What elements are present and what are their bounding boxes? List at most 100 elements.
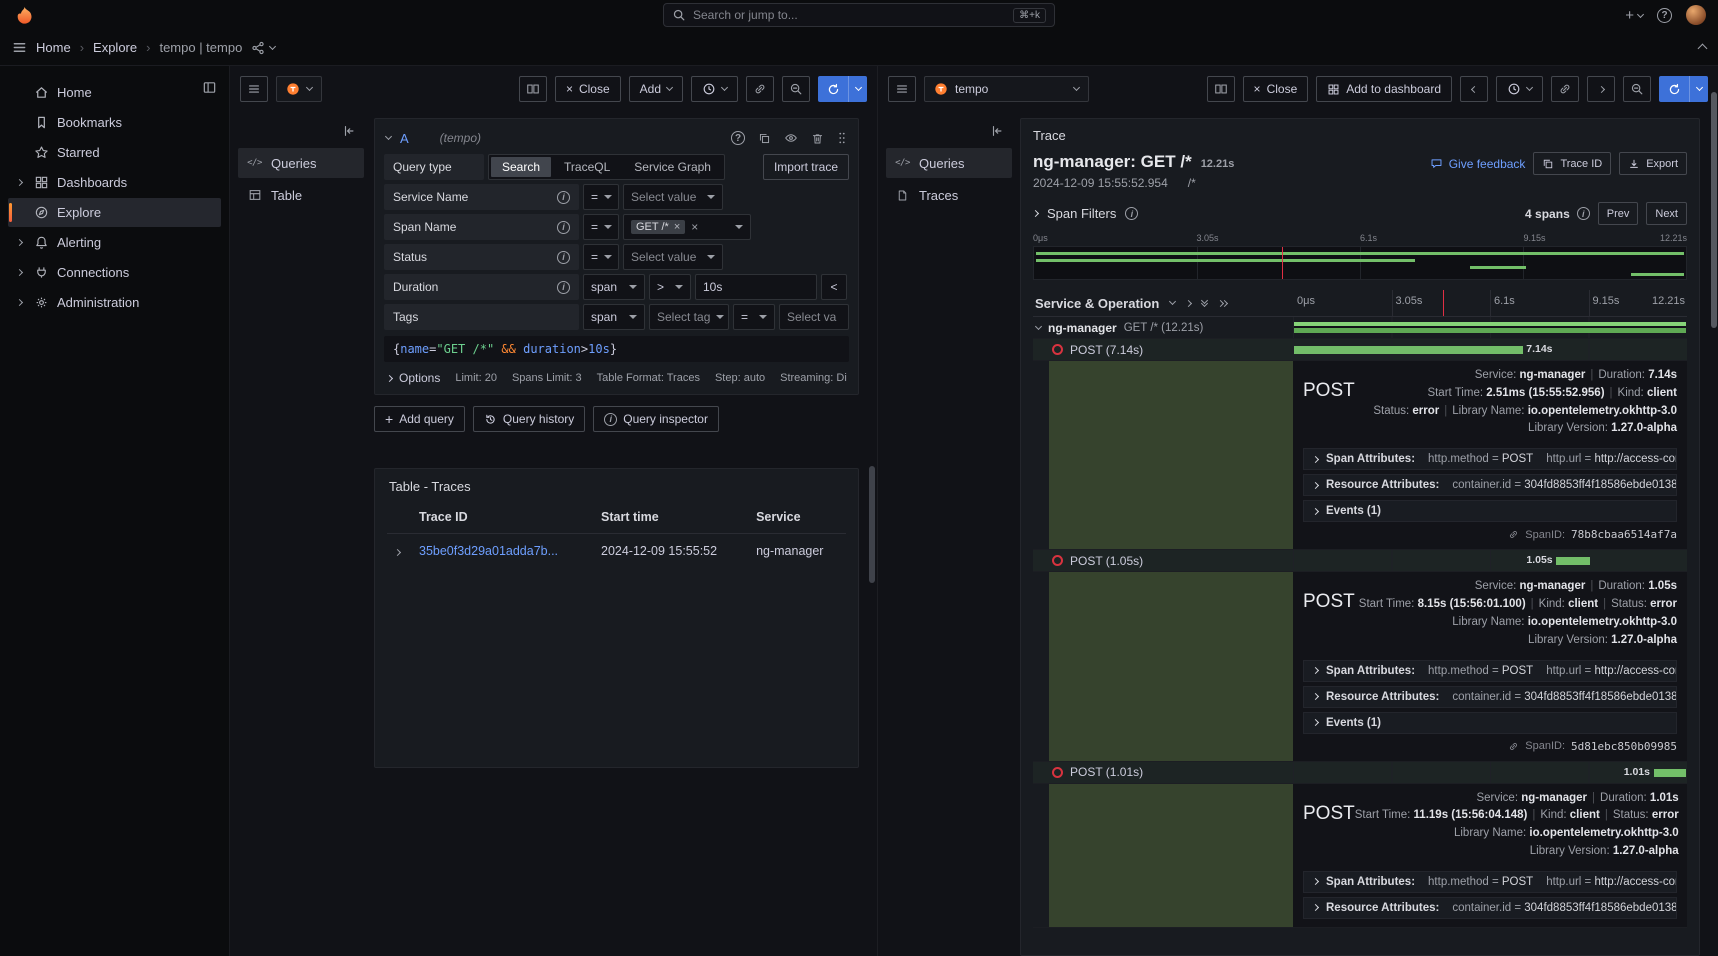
query-inspector-button[interactable]: i Query inspector: [593, 406, 719, 432]
close-split-button[interactable]: ×Close: [1243, 76, 1309, 102]
span-filters-toggle[interactable]: Span Filters i: [1033, 206, 1138, 221]
outline-item-queries[interactable]: </> Queries: [238, 148, 364, 178]
col-service[interactable]: Service: [748, 506, 846, 534]
query-history-button[interactable]: Query history: [473, 406, 585, 432]
status-value-select[interactable]: Select value: [623, 244, 723, 270]
col-start-time[interactable]: Start time: [593, 506, 748, 534]
expand-chevron-icon[interactable]: [12, 240, 26, 245]
collapse-all-icon[interactable]: [1202, 301, 1207, 306]
trace-id-link[interactable]: 35be0f3d29a01adda7b...: [419, 544, 558, 558]
add-query-button[interactable]: +Add query: [374, 406, 465, 432]
split-icon[interactable]: [1207, 76, 1235, 102]
expand-chevron-icon[interactable]: [12, 270, 26, 275]
span-attributes-accordion[interactable]: Span Attributes: http.method = POST http…: [1303, 448, 1677, 470]
right-pane-scrollbar[interactable]: [1711, 92, 1717, 328]
query-rows-icon[interactable]: [240, 76, 268, 102]
span-attributes-accordion[interactable]: Span Attributes: http.method = POST http…: [1303, 871, 1677, 893]
span-bar[interactable]: [1654, 769, 1686, 777]
time-shift-back-icon[interactable]: [1460, 76, 1488, 102]
collapse-span-icon[interactable]: [1036, 327, 1041, 329]
outline-item-queries[interactable]: </> Queries: [886, 148, 1012, 178]
mega-menu-toggle[interactable]: [12, 40, 27, 55]
trace-minimap[interactable]: 0μs 3.05s 6.1s 9.15s 12.21s: [1033, 233, 1687, 280]
collapse-outline-icon[interactable]: [990, 124, 1004, 138]
resource-attributes-accordion[interactable]: Resource Attributes: container.id = 304f…: [1303, 474, 1677, 496]
col-trace-id[interactable]: Trace ID: [411, 506, 593, 534]
import-trace-button[interactable]: Import trace: [763, 154, 849, 180]
tags-scope-select[interactable]: span: [583, 304, 645, 330]
zoom-out-icon[interactable]: [782, 76, 810, 102]
collapse-one-icon[interactable]: [1170, 302, 1175, 304]
span-timeline[interactable]: 7.14s: [1293, 339, 1687, 360]
info-icon[interactable]: i: [1125, 207, 1138, 220]
close-split-button[interactable]: ×Close: [555, 76, 621, 102]
collapse-panel-icon[interactable]: [1699, 42, 1706, 52]
duration-value-input[interactable]: [703, 280, 809, 294]
expand-chevron-icon[interactable]: [12, 180, 26, 185]
query-type-service-graph[interactable]: Service Graph: [623, 157, 722, 177]
sidebar-item-explore[interactable]: Explore: [8, 198, 221, 227]
global-search[interactable]: ⌘+k: [663, 3, 1055, 27]
sidebar-item-alerting[interactable]: Alerting: [8, 228, 221, 257]
sidebar-item-starred[interactable]: Starred: [8, 138, 221, 167]
duration-max-op-select[interactable]: <: [821, 274, 847, 300]
next-span-button[interactable]: Next: [1646, 202, 1687, 225]
span-row[interactable]: POST (1.05s) 1.05s: [1033, 550, 1687, 572]
table-row[interactable]: 35be0f3d29a01adda7b... 2024-12-09 15:55:…: [387, 534, 846, 565]
sidebar-item-dashboards[interactable]: Dashboards: [8, 168, 221, 197]
resource-attributes-accordion[interactable]: Resource Attributes: container.id = 304f…: [1303, 686, 1677, 708]
share-shortlink-button[interactable]: [251, 41, 275, 55]
sidebar-item-home[interactable]: Home: [8, 78, 221, 107]
user-avatar[interactable]: [1686, 5, 1706, 25]
trace-id-button[interactable]: Trace ID: [1533, 152, 1611, 175]
sidebar-item-administration[interactable]: Administration: [8, 288, 221, 317]
query-help-icon[interactable]: ?: [731, 131, 745, 145]
sidebar-item-bookmarks[interactable]: Bookmarks: [8, 108, 221, 137]
copy-query-icon[interactable]: [758, 132, 771, 145]
span-bar[interactable]: [1294, 322, 1686, 333]
query-type-search[interactable]: Search: [491, 157, 551, 177]
span-timeline[interactable]: 1.01s: [1293, 762, 1687, 783]
row-expander-icon[interactable]: [387, 534, 411, 565]
span-timeline[interactable]: 1.05s: [1293, 550, 1687, 571]
outline-item-traces[interactable]: Traces: [886, 180, 1012, 210]
span-row[interactable]: POST (7.14s) 7.14s: [1033, 339, 1687, 361]
events-accordion[interactable]: Events (1): [1303, 712, 1677, 734]
run-options-caret[interactable]: [1689, 76, 1708, 102]
service-name-value-select[interactable]: Select value: [623, 184, 723, 210]
info-icon[interactable]: i: [1577, 207, 1590, 220]
zoom-out-icon[interactable]: [1623, 76, 1651, 102]
drag-handle-icon[interactable]: [837, 131, 847, 145]
tags-op-select[interactable]: =: [733, 304, 775, 330]
collapse-query-icon[interactable]: [386, 137, 391, 139]
span-bar[interactable]: [1556, 557, 1590, 565]
span-name-chip[interactable]: GET /*×: [631, 220, 685, 234]
service-name-op-select[interactable]: =: [583, 184, 619, 210]
left-pane-scrollbar[interactable]: [869, 466, 875, 583]
link-icon[interactable]: [1551, 76, 1579, 102]
query-type-traceql[interactable]: TraceQL: [553, 157, 621, 177]
expand-all-icon[interactable]: [1218, 301, 1227, 306]
time-picker-button[interactable]: [1496, 76, 1543, 102]
breadcrumb-home[interactable]: Home: [36, 40, 71, 55]
expand-chevron-icon[interactable]: [12, 300, 26, 305]
duration-op-select[interactable]: >: [649, 274, 691, 300]
refresh-icon[interactable]: [818, 76, 848, 102]
options-toggle[interactable]: Options: [387, 371, 440, 385]
info-icon[interactable]: i: [557, 251, 570, 264]
events-accordion[interactable]: Events (1): [1303, 500, 1677, 522]
prev-span-button[interactable]: Prev: [1598, 202, 1639, 225]
sidebar-item-connections[interactable]: Connections: [8, 258, 221, 287]
run-query-button[interactable]: [818, 76, 867, 102]
info-icon[interactable]: i: [557, 191, 570, 204]
status-op-select[interactable]: =: [583, 244, 619, 270]
outline-item-table[interactable]: Table: [238, 180, 364, 210]
delete-query-icon[interactable]: [811, 132, 824, 145]
info-icon[interactable]: i: [557, 221, 570, 234]
tags-tag-select[interactable]: Select tag: [649, 304, 729, 330]
span-timeline[interactable]: [1293, 317, 1687, 338]
export-button[interactable]: Export: [1619, 152, 1687, 175]
span-name-value-select[interactable]: GET /*× ×: [623, 214, 751, 240]
span-id-value[interactable]: 5d81ebc850b09985: [1571, 740, 1677, 753]
span-name-op-select[interactable]: =: [583, 214, 619, 240]
